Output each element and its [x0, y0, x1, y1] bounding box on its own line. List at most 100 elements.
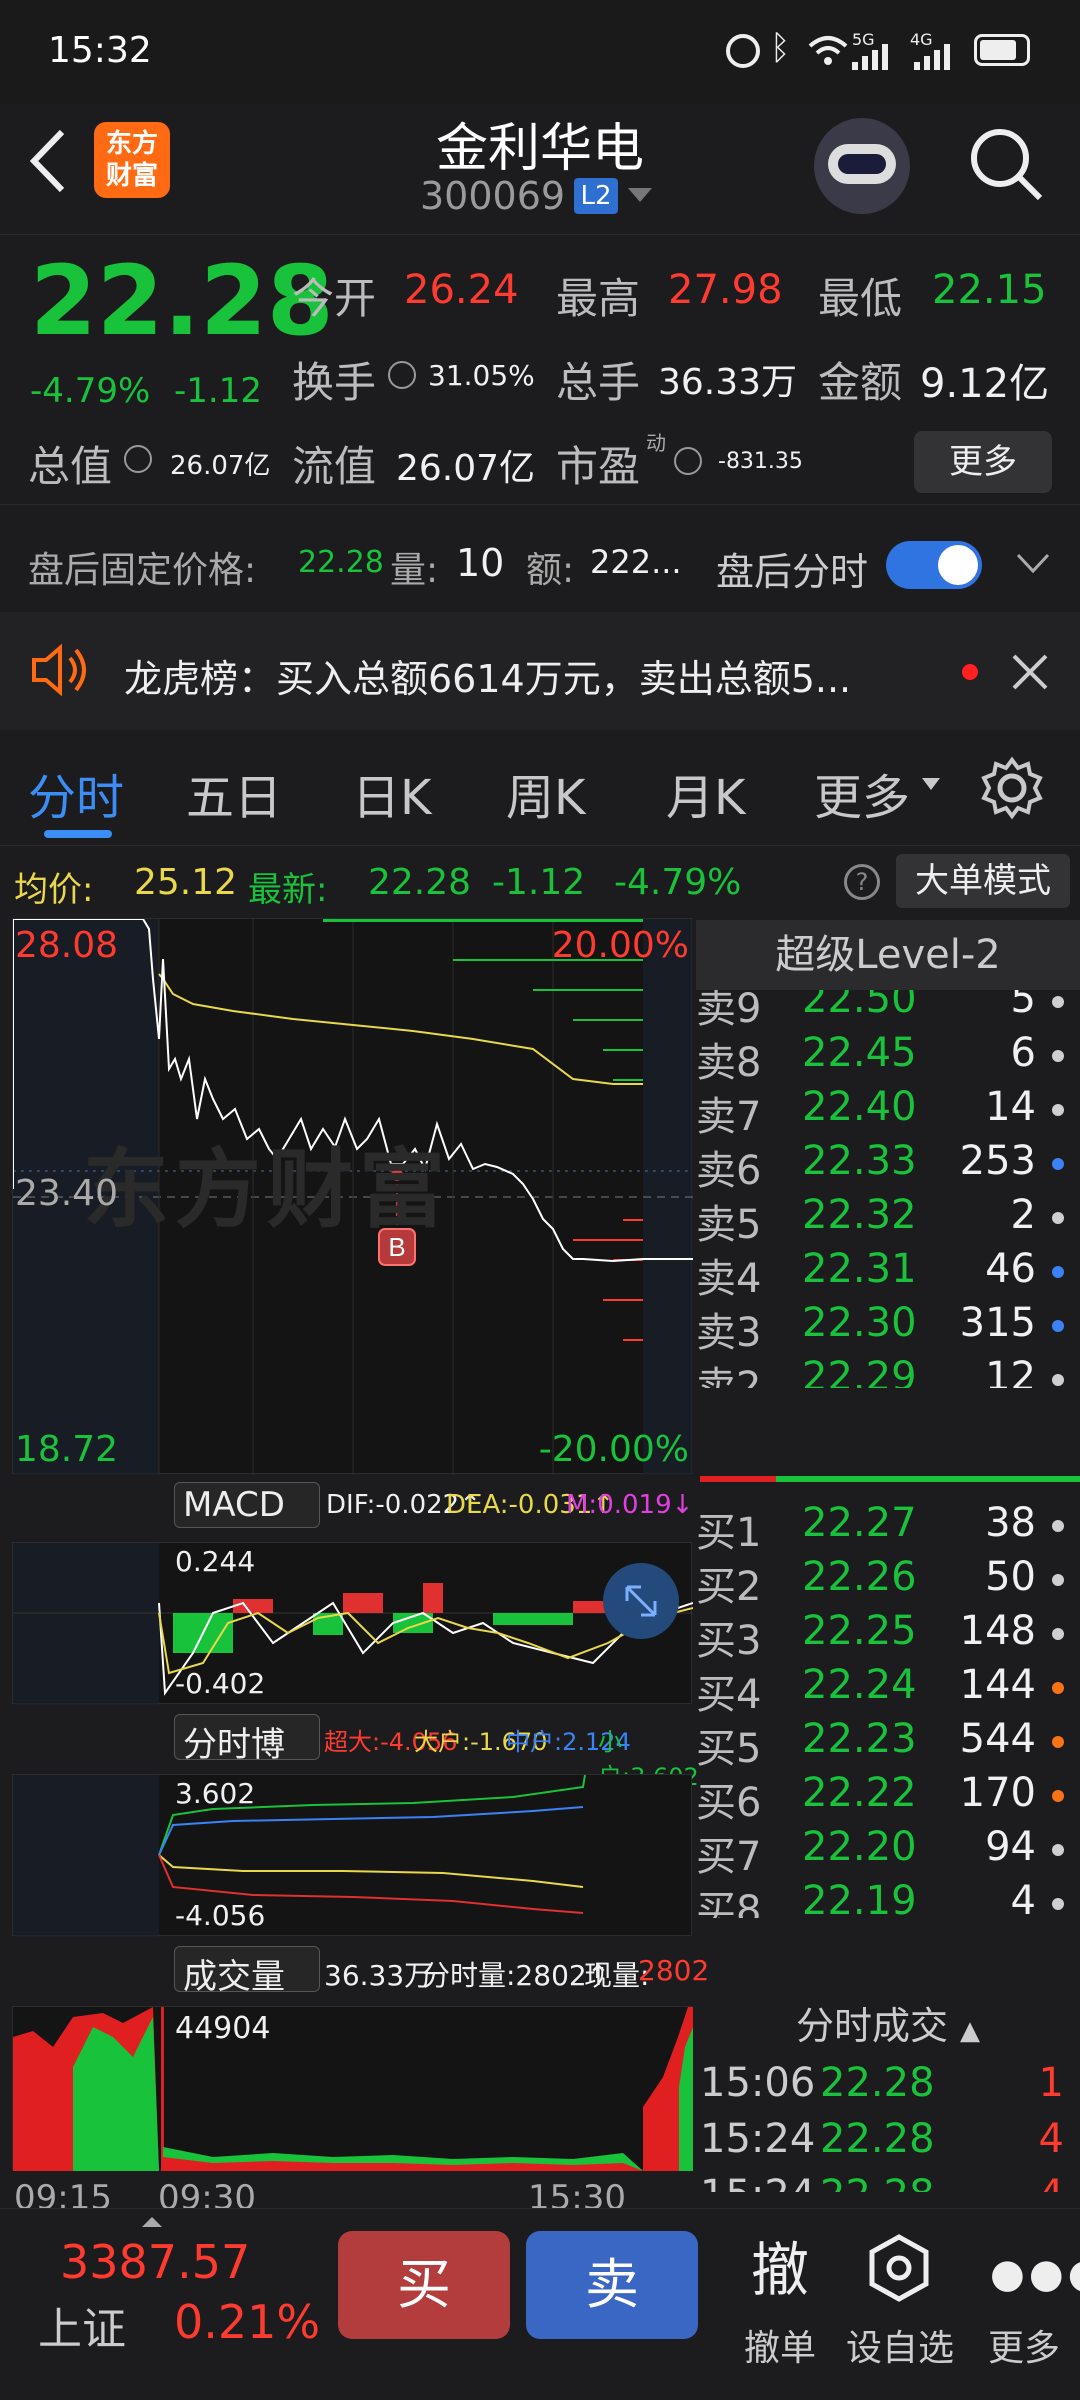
- bids-row-1[interactable]: 买1 22.27 38: [696, 1500, 1072, 1556]
- asks-row-6[interactable]: 卖4 22.31 46: [696, 1246, 1072, 1302]
- amount-label: 金额: [818, 358, 903, 407]
- game-chart[interactable]: 3.602 -4.056: [12, 1774, 692, 1937]
- asks-volume: 5: [1010, 990, 1036, 1022]
- tab-intraday[interactable]: 分时: [28, 758, 124, 828]
- volume-header: 成交量 ▼ 36.33万 分时量:2802↑ 现量: 2802: [0, 1946, 709, 2034]
- index-pct: 0.21%: [174, 2295, 321, 2349]
- spread-bar: [700, 1476, 1080, 1482]
- bids-volume: 50: [985, 1554, 1036, 1600]
- bids-volume: 544: [959, 1716, 1036, 1762]
- bids-row-5[interactable]: 买5 22.23 544: [696, 1716, 1072, 1772]
- bluetooth-icon: ᛒ: [770, 28, 791, 68]
- gear-icon[interactable]: [980, 756, 1044, 820]
- asks-level-name: 卖9: [696, 990, 762, 1032]
- macd-m: M:0.019↓: [566, 1490, 694, 1520]
- turnover-label: 换手: [292, 358, 377, 407]
- bids-price: 22.26: [802, 1554, 917, 1600]
- order-dot-icon: [1052, 996, 1064, 1008]
- time-axis-close: 15:30: [528, 2178, 626, 2208]
- search-icon[interactable]: [966, 124, 1046, 204]
- asks-price: 22.45: [802, 1030, 917, 1076]
- chevron-down-icon-2[interactable]: [1016, 553, 1050, 575]
- asks-row-1[interactable]: 卖9 22.50 5: [696, 990, 1072, 1032]
- sell-button[interactable]: 卖: [526, 2231, 698, 2339]
- chevron-down-icon[interactable]: [628, 188, 652, 204]
- asks-level-name: 卖2: [696, 1364, 762, 1388]
- bids-price: 22.22: [802, 1770, 917, 1816]
- intraday-chart[interactable]: B 东方财富 28.08 23.40 18.72 20.00% -20.00%: [12, 918, 693, 1475]
- current-price: 22.28: [30, 245, 334, 357]
- asks-volume: 14: [985, 1084, 1036, 1130]
- latest-value: 22.28: [368, 862, 472, 903]
- chart-tabs: 分时 五日 日K 周K 月K 更多: [0, 732, 1080, 846]
- bids-row-2[interactable]: 买2 22.26 50: [696, 1554, 1072, 1610]
- tick-row: 15:06 22.28 1: [696, 2060, 1072, 2114]
- bids-row-7[interactable]: 买7 22.20 94: [696, 1824, 1072, 1880]
- asks-row-4[interactable]: 卖6 22.33 253: [696, 1138, 1072, 1194]
- asks-row-3[interactable]: 卖7 22.40 14: [696, 1084, 1072, 1140]
- close-icon[interactable]: [1010, 652, 1050, 692]
- tab-daily-k[interactable]: 日K: [352, 758, 431, 828]
- more-button[interactable]: 更多: [914, 431, 1052, 493]
- add-watchlist-label[interactable]: 设自选: [842, 2319, 958, 2371]
- macd-selector[interactable]: MACD ▼: [174, 1482, 320, 1561]
- info-icon[interactable]: [388, 361, 416, 389]
- asks-row-5[interactable]: 卖5 22.32 2: [696, 1192, 1072, 1248]
- bids-row-4[interactable]: 买4 22.24 144: [696, 1662, 1072, 1718]
- order-dot-icon: [1052, 1736, 1064, 1748]
- afterhours-price: 22.28: [298, 545, 384, 580]
- index-value[interactable]: 3387.57: [60, 2235, 250, 2289]
- ticks-list: 15:0622.28115:2422.28415:2422.284: [696, 2060, 1080, 2192]
- chevron-up-icon-2[interactable]: [142, 2215, 162, 2227]
- bids-price: 22.24: [802, 1662, 917, 1708]
- more-dots-icon[interactable]: ●●●: [990, 2251, 1080, 2297]
- tab-weekly-k[interactable]: 周K: [506, 758, 585, 828]
- volume-value: 36.33万: [658, 362, 798, 403]
- bids-row-8[interactable]: 买8 22.19 4: [696, 1878, 1072, 1918]
- afterhours-toggle[interactable]: [886, 541, 982, 589]
- tab-monthly-k[interactable]: 月K: [666, 758, 745, 828]
- asks-price: 22.33: [802, 1138, 917, 1184]
- bids-level-name: 买2: [696, 1564, 762, 1610]
- asks-row-8[interactable]: 卖2 22.29 12: [696, 1354, 1072, 1388]
- bids-volume: 170: [959, 1770, 1036, 1816]
- tick-time: 15:24: [700, 2172, 815, 2192]
- tab-more[interactable]: 更多: [814, 758, 910, 828]
- volume-selector[interactable]: 成交量 ▼: [174, 1946, 320, 2034]
- info-icon-2[interactable]: [124, 445, 152, 473]
- order-dot-icon: [1052, 1266, 1064, 1278]
- y-axis-top: 28.08: [15, 925, 119, 966]
- chevron-down-icon-3: [922, 778, 940, 790]
- page-title: 金利华电: [435, 119, 644, 179]
- add-watchlist-icon[interactable]: [864, 2233, 934, 2303]
- order-dot-icon: [1052, 1628, 1064, 1640]
- macd-header: MACD ▼ DIF:-0.022↑ DEA:-0.031↑ M:0.019↓: [0, 1482, 694, 1561]
- game-header: 分时博弈 ▼ 超大:-4.056 大户:-1.670 中户:2.124 小户:3…: [0, 1714, 699, 1814]
- order-dot-icon: [1052, 1158, 1064, 1170]
- help-icon[interactable]: ?: [844, 864, 880, 900]
- robot-assistant-icon[interactable]: [814, 118, 910, 214]
- asks-list: 卖9 22.50 5 卖8 22.45 6 卖7 22.40 14 卖6 22.33 253 卖5 22.…: [696, 990, 1080, 1388]
- info-icon-3[interactable]: [674, 447, 702, 475]
- big-order-mode-button[interactable]: 大单模式: [896, 854, 1070, 908]
- bids-row-3[interactable]: 买3 22.25 148: [696, 1608, 1072, 1664]
- bottom-bar: 3387.57 上证 0.21% 买 卖 撤 撤单 设自选 ●●● 更多: [0, 2208, 1080, 2400]
- asks-row-2[interactable]: 卖8 22.45 6: [696, 1030, 1072, 1086]
- expand-icon[interactable]: [603, 1563, 679, 1639]
- volume-label: 总手: [556, 358, 641, 407]
- buy-button[interactable]: 买: [338, 2231, 510, 2339]
- notice-bar[interactable]: 龙虎榜：买入总额6614万元，卖出总额5...: [0, 612, 1080, 730]
- asks-level-name: 卖5: [696, 1202, 762, 1248]
- cancel-order-label[interactable]: 撤单: [734, 2319, 826, 2371]
- asks-row-7[interactable]: 卖3 22.30 315: [696, 1300, 1072, 1356]
- macd-chart[interactable]: 0.244 -0.402: [12, 1542, 694, 1705]
- tick-row: 15:2422.28 4: [696, 2116, 1072, 2170]
- bids-row-6[interactable]: 买6 22.22 170: [696, 1770, 1072, 1826]
- more-label[interactable]: 更多: [984, 2319, 1064, 2371]
- volume-chart[interactable]: 44904: [12, 2006, 693, 2171]
- game-selector[interactable]: 分时博弈 ▼: [174, 1714, 320, 1814]
- afterhours-label: 盘后固定价格:: [28, 550, 257, 591]
- tab-five-day[interactable]: 五日: [186, 758, 282, 828]
- ticks-title[interactable]: 分时成交 ▲: [696, 1998, 1080, 2054]
- cancel-order-icon[interactable]: 撤: [740, 2223, 820, 2307]
